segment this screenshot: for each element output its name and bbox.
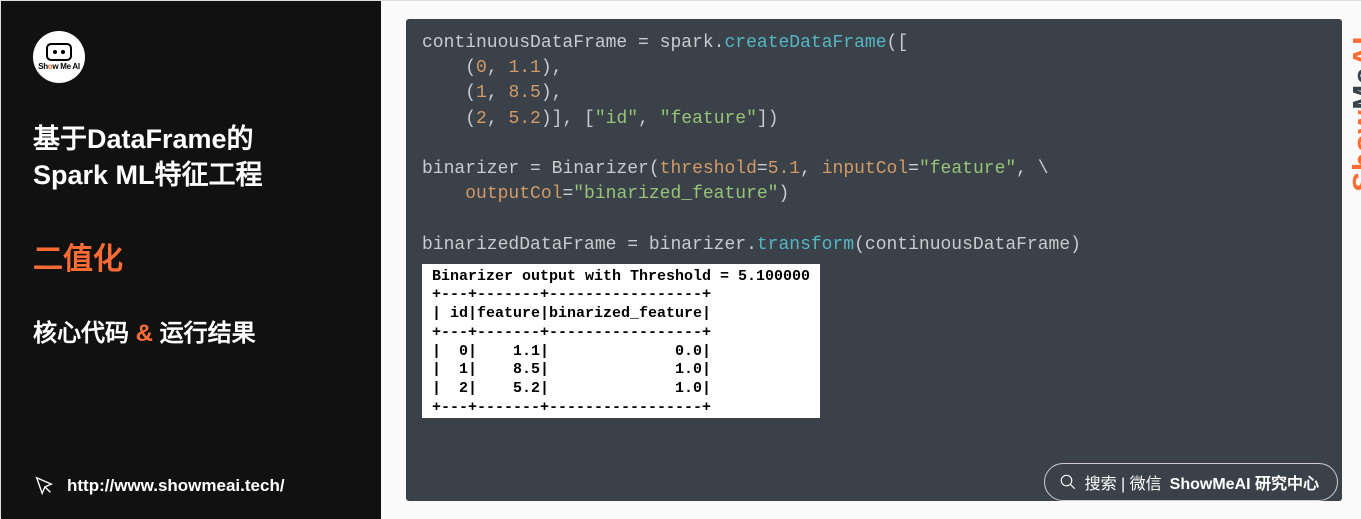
subtitle: 二值化 — [33, 234, 361, 278]
cursor-icon — [33, 475, 55, 497]
code-block: continuousDataFrame = spark.createDataFr… — [406, 19, 1342, 501]
website-url: http://www.showmeai.tech/ — [67, 476, 285, 496]
search-text-prefix: 搜索 | 微信 — [1085, 470, 1162, 494]
section-label: 核心代码 & 运行结果 — [33, 313, 361, 348]
sidebar: Show Me AI 基于DataFrame的 Spark ML特征工程 二值化… — [1, 1, 381, 519]
output-title: Binarizer output with Threshold = 5.1000… — [432, 268, 810, 285]
output-box: Binarizer output with Threshold = 5.1000… — [422, 264, 820, 418]
main-panel: continuousDataFrame = spark.createDataFr… — [381, 1, 1361, 519]
title-block: 基于DataFrame的 Spark ML特征工程 — [33, 121, 361, 194]
search-text-bold: ShowMeAI 研究中心 — [1170, 470, 1319, 494]
search-pill[interactable]: 搜索 | 微信 ShowMeAI 研究中心 — [1044, 463, 1338, 501]
title-line-1: 基于DataFrame的 — [33, 121, 361, 157]
watermark: ShowMeAI — [1348, 36, 1361, 192]
logo: Show Me AI — [33, 31, 85, 83]
logo-face-icon — [46, 43, 72, 61]
title-line-2: Spark ML特征工程 — [33, 157, 361, 193]
website-link[interactable]: http://www.showmeai.tech/ — [33, 475, 285, 497]
search-icon — [1059, 473, 1077, 491]
logo-text: Show Me AI — [38, 62, 80, 71]
